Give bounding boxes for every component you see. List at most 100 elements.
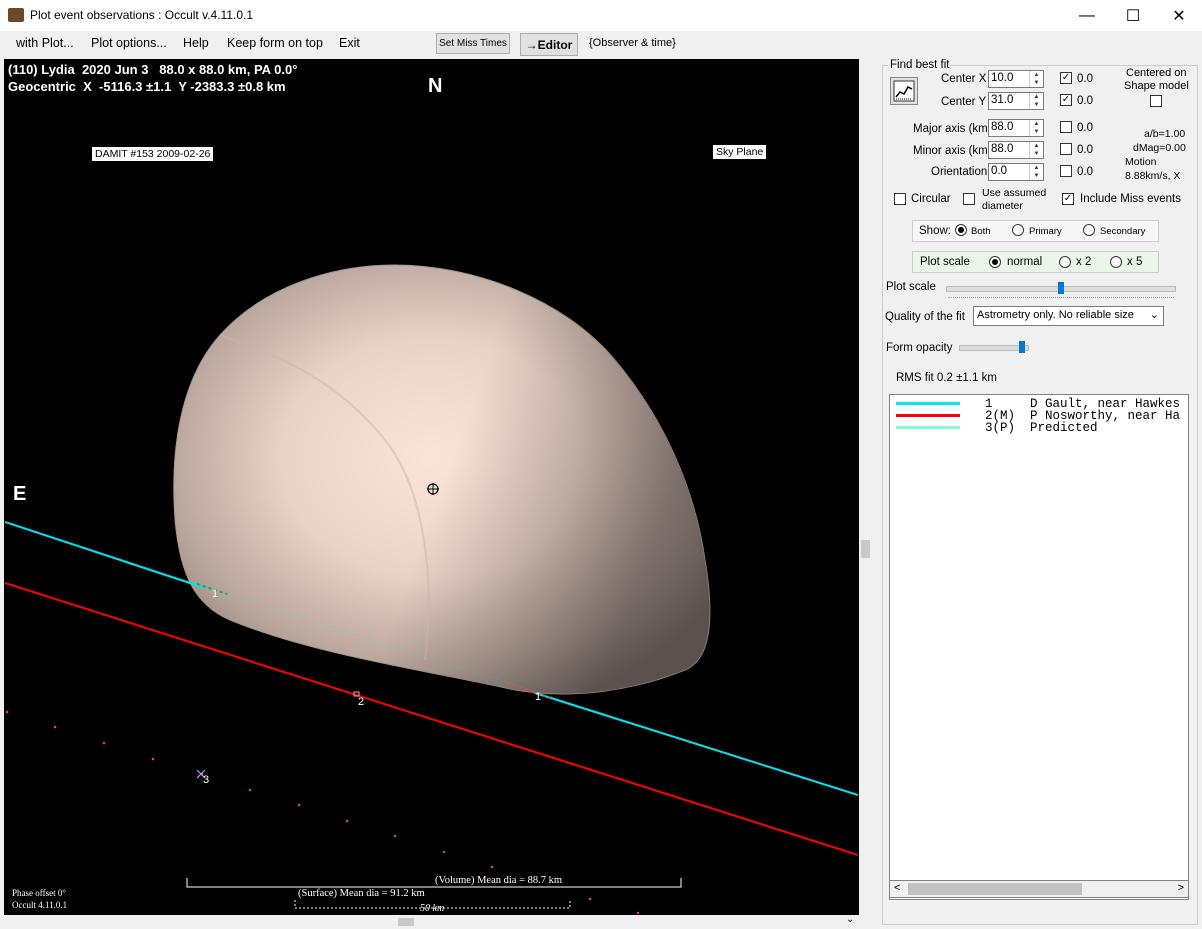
splitter-grip[interactable] <box>861 540 870 558</box>
legend-scroll-thumb[interactable] <box>908 883 1082 895</box>
rms-fit: RMS fit 0.2 ±1.1 km <box>896 372 997 384</box>
use-assumed-label: Use assumed <box>982 187 1047 199</box>
plot-scale-slider[interactable] <box>946 282 1176 294</box>
opacity-slider-thumb[interactable] <box>1019 341 1025 353</box>
legend-row-3[interactable]: 3(P) Predicted <box>890 421 1098 435</box>
opacity-slider[interactable] <box>959 341 1029 353</box>
volume-diameter: (Volume) Mean dia = 88.7 km <box>435 875 563 886</box>
menu-help[interactable]: Help <box>183 36 209 50</box>
show-both-radio[interactable] <box>955 224 967 236</box>
dmag-value: dMag=0.00 <box>1133 142 1186 154</box>
plot-canvas[interactable]: (110) Lydia 2020 Jun 3 88.0 x 88.0 km, P… <box>5 60 858 914</box>
scale-x5-radio[interactable] <box>1110 256 1122 268</box>
scale-x2-radio[interactable] <box>1059 256 1071 268</box>
observer-legend-list[interactable]: 1 D Gault, near Hawkes 2(M) P Nosworthy,… <box>889 394 1189 900</box>
legend-swatch-2 <box>896 414 960 417</box>
center-x-input[interactable]: 10.0 ▲ ▼ <box>988 70 1044 88</box>
menu-with-plot[interactable]: with Plot... <box>16 36 74 50</box>
legend-swatch-3 <box>896 426 960 429</box>
plot-header-line1: (110) Lydia 2020 Jun 3 88.0 x 88.0 km, P… <box>8 62 298 77</box>
menu-keep-on-top[interactable]: Keep form on top <box>227 36 323 50</box>
quality-label: Quality of the fit <box>885 311 965 323</box>
center-y-label: Center Y <box>941 96 987 108</box>
motion-value: 8.88km/s, X <box>1125 170 1181 182</box>
quality-select[interactable]: Astrometry only. No reliable size ⌄ <box>973 306 1164 326</box>
center-y-check-value: 0.0 <box>1077 95 1093 107</box>
show-label: Show: <box>919 225 951 237</box>
minor-axis-checkbox[interactable] <box>1060 143 1072 155</box>
center-y-input[interactable]: 31.0 ▲ ▼ <box>988 92 1044 110</box>
version-label: Occult 4.11.0.1 <box>12 900 68 910</box>
scroll-down-icon[interactable]: ⌄ <box>846 914 854 925</box>
diameter-label: diameter <box>982 200 1023 212</box>
center-x-checkbox[interactable]: ✓ <box>1060 72 1072 84</box>
chevron-down-icon: ⌄ <box>1149 309 1159 321</box>
show-secondary-radio[interactable] <box>1083 224 1095 236</box>
include-miss-label: Include Miss events <box>1080 193 1181 205</box>
legend-row-2[interactable]: 2(M) P Nosworthy, near Ha <box>890 409 1180 423</box>
east-label: E <box>13 483 27 505</box>
center-x-check-value: 0.0 <box>1077 73 1093 85</box>
legend-text-3: 3(P) Predicted <box>985 421 1098 435</box>
centered-on-label: Centered on <box>1126 67 1187 79</box>
close-button[interactable]: ✕ <box>1156 0 1202 31</box>
scale-normal-radio[interactable] <box>989 256 1001 268</box>
legend-row-1[interactable]: 1 D Gault, near Hawkes <box>890 397 1180 411</box>
major-axis-checkbox[interactable] <box>1060 121 1072 133</box>
quality-value: Astrometry only. No reliable size <box>977 309 1134 321</box>
major-axis-label: Major axis (km) <box>913 123 992 135</box>
scale-normal-label: normal <box>1007 256 1043 268</box>
show-both-label: Both <box>971 226 991 237</box>
show-secondary-label: Secondary <box>1100 226 1146 237</box>
plot-scale-slider-thumb[interactable] <box>1058 282 1064 294</box>
shape-model-label: Shape model <box>1124 80 1189 92</box>
set-miss-times-button[interactable]: Set Miss Times <box>436 33 510 54</box>
motion-label: Motion <box>1125 156 1157 168</box>
minor-axis-input[interactable]: 88.0 ▲ ▼ <box>988 141 1044 159</box>
scroll-left-icon[interactable]: < <box>894 882 900 894</box>
minimize-button[interactable]: — <box>1064 0 1110 31</box>
major-axis-input[interactable]: 88.0 ▲ ▼ <box>988 119 1044 137</box>
ab-ratio: a/b=1.00 <box>1144 128 1186 140</box>
use-assumed-checkbox[interactable] <box>963 193 975 205</box>
minor-axis-check-value: 0.0 <box>1077 144 1093 156</box>
legend-scrollbar[interactable]: < > <box>889 880 1189 898</box>
plot-svg <box>5 264 858 914</box>
orientation-checkbox[interactable] <box>1060 165 1072 177</box>
scale-bar-label: 50 km <box>420 903 445 914</box>
window-title: Plot event observations : Occult v.4.11.… <box>30 8 254 22</box>
orientation-input[interactable]: 0.0 ▲ ▼ <box>988 163 1044 181</box>
chart-icon <box>893 80 915 102</box>
orientation-check-value: 0.0 <box>1077 166 1093 178</box>
center-x-label: Center X <box>941 73 987 85</box>
scroll-right-icon[interactable]: > <box>1178 882 1184 894</box>
maximize-button[interactable]: ☐ <box>1110 0 1156 31</box>
scale-x2-label: x 2 <box>1076 256 1092 268</box>
chord-label-2: 2 <box>358 696 365 708</box>
menu-plot-options[interactable]: Plot options... <box>91 36 167 50</box>
circular-label: Circular <box>911 193 951 205</box>
major-axis-check-value: 0.0 <box>1077 122 1093 134</box>
observer-time-link[interactable]: {Observer & time} <box>589 37 676 49</box>
north-label: N <box>428 75 443 97</box>
app-icon <box>8 8 24 22</box>
show-primary-radio[interactable] <box>1012 224 1024 236</box>
sky-plane-label: Sky Plane <box>713 145 767 159</box>
minor-axis-label: Minor axis (km) <box>913 145 992 157</box>
plot-scale-group-label: Plot scale <box>920 256 970 268</box>
chord-label-1b: 1 <box>535 691 542 703</box>
chord-label-3: 3 <box>203 774 210 786</box>
title-bar: Plot event observations : Occult v.4.11.… <box>0 0 1202 31</box>
chord-label-1a: 1 <box>212 588 219 600</box>
menu-exit[interactable]: Exit <box>339 36 360 50</box>
surface-diameter: (Surface) Mean dia = 91.2 km <box>298 888 425 899</box>
plot-header-line2: Geocentric X -5116.3 ±1.1 Y -2383.3 ±0.8… <box>8 79 286 94</box>
shape-model-checkbox[interactable] <box>1150 95 1162 107</box>
include-miss-checkbox[interactable]: ✓ <box>1062 193 1074 205</box>
circular-checkbox[interactable] <box>894 193 906 205</box>
center-y-checkbox[interactable]: ✓ <box>1060 94 1072 106</box>
best-fit-button[interactable] <box>890 77 918 105</box>
horizontal-scroll-thumb[interactable] <box>398 918 414 926</box>
editor-button[interactable]: →Editor <box>520 33 578 56</box>
scale-x5-label: x 5 <box>1127 256 1143 268</box>
